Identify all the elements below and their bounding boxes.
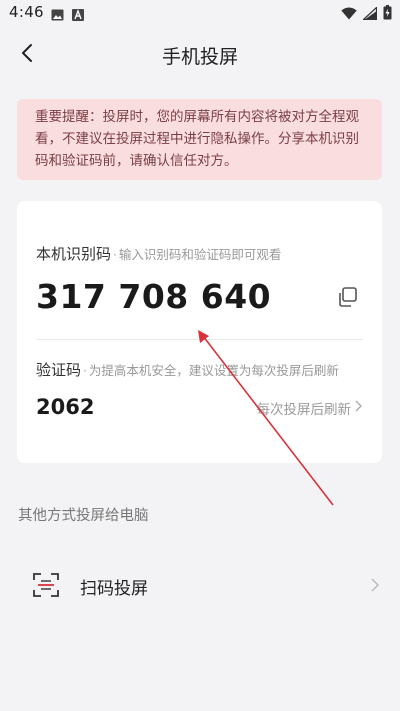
image-icon xyxy=(51,6,64,25)
scan-cast-label: 扫码投屏 xyxy=(80,579,148,599)
status-right-icons xyxy=(341,5,392,24)
chevron-right-icon xyxy=(370,577,380,593)
page-title: 手机投屏 xyxy=(161,46,238,68)
copy-button[interactable] xyxy=(336,285,360,309)
device-code-label: 本机识别码 xyxy=(36,245,112,263)
separator-dot: · xyxy=(83,364,87,378)
scan-icon xyxy=(33,573,59,597)
wifi-icon xyxy=(341,5,357,24)
separator-dot: · xyxy=(113,248,117,262)
divider xyxy=(36,339,363,340)
verify-code-label-row: 验证码 · 为提高本机安全，建议设置为每次投屏后刷新 xyxy=(36,359,339,380)
code-card: 本机识别码 · 输入识别码和验证码即可观看 317 708 640 验证码 · 为提高本… xyxy=(17,201,382,463)
scan-cast-item[interactable]: 扫码投屏 xyxy=(0,556,400,614)
privacy-notice: 重要提醒：投屏时，您的屏幕所有内容将被对方全程观看，不建议在投屏过程中进行隐私操… xyxy=(17,99,382,180)
copy-icon xyxy=(336,287,360,313)
refresh-setting-link[interactable]: 每次投屏后刷新 xyxy=(257,398,363,418)
status-bar: 4:46 xyxy=(0,0,400,24)
chevron-right-icon xyxy=(355,400,362,416)
device-code: 317 708 640 xyxy=(36,277,272,316)
refresh-setting-label: 每次投屏后刷新 xyxy=(256,402,352,418)
status-time: 4:46 xyxy=(9,3,44,21)
device-code-label-row: 本机识别码 · 输入识别码和验证码即可观看 xyxy=(36,243,281,264)
a-box-icon xyxy=(72,6,84,25)
status-left-icons xyxy=(51,6,84,25)
other-methods-title: 其他方式投屏给电脑 xyxy=(18,508,149,524)
device-code-hint: 输入识别码和验证码即可观看 xyxy=(118,247,282,262)
verify-code-hint: 为提高本机安全，建议设置为每次投屏后刷新 xyxy=(88,363,339,378)
header: 手机投屏 xyxy=(0,28,400,80)
verify-code: 2062 xyxy=(36,395,95,419)
battery-charging-icon xyxy=(383,5,392,24)
signal-icon xyxy=(361,5,378,24)
verify-code-label: 验证码 xyxy=(36,361,82,379)
